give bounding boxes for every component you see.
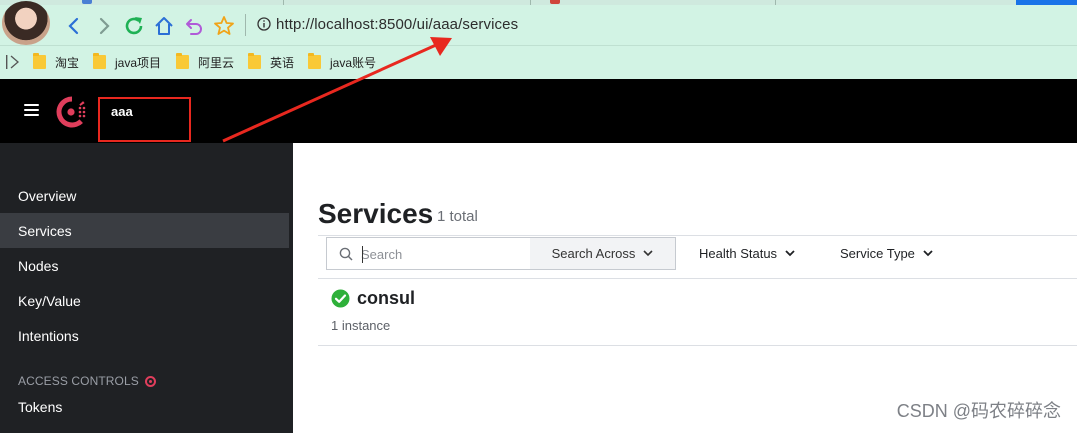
- bookmark-item[interactable]: java账号: [308, 53, 376, 71]
- sidebar-item-label: Overview: [18, 187, 77, 204]
- bookmark-star-button[interactable]: [212, 14, 236, 38]
- service-type-label: Service Type: [840, 246, 915, 261]
- forward-button[interactable]: [92, 14, 116, 38]
- bookmark-item[interactable]: 淘宝: [33, 53, 79, 71]
- home-button[interactable]: [152, 14, 176, 38]
- status-dot-icon: [144, 375, 156, 387]
- sidebar-item-overview[interactable]: Overview: [0, 178, 289, 213]
- watermark: CSDN @码农碎碎念: [896, 401, 1061, 421]
- list-item[interactable]: consul 1 instance: [318, 283, 1077, 346]
- sidebar-item-nodes[interactable]: Nodes: [0, 248, 289, 283]
- reload-button[interactable]: [122, 14, 146, 38]
- chevron-right-icon: [99, 17, 110, 35]
- sidebar-item-label: Tokens: [18, 398, 63, 415]
- sidebar-item-label: Key/Value: [18, 292, 81, 309]
- service-name[interactable]: consul: [357, 288, 415, 309]
- sidebar: Overview Services Nodes Key/Value Intent…: [0, 143, 293, 433]
- bookmark-label: 阿里云: [198, 55, 235, 70]
- health-status-dropdown[interactable]: Health Status: [699, 237, 795, 270]
- chevron-down-icon: [643, 250, 653, 257]
- bookmarks-bar: 淘宝 java项目 阿里云 英语 java账号: [0, 46, 1077, 79]
- search-icon: [339, 247, 353, 261]
- page-title: Services: [318, 198, 434, 229]
- sidebar-item-key-value[interactable]: Key/Value: [0, 283, 289, 318]
- sidebar-item-intentions[interactable]: Intentions: [0, 318, 289, 353]
- bookmark-label: java账号: [330, 55, 377, 70]
- home-icon: [155, 17, 173, 35]
- bookmark-item[interactable]: java项目: [93, 53, 161, 71]
- bookmark-label: 英语: [270, 55, 295, 70]
- bookmark-item[interactable]: 阿里云: [176, 53, 234, 71]
- chevron-down-icon: [923, 250, 933, 257]
- folder-icon: [176, 53, 189, 69]
- undo-icon: [186, 19, 202, 35]
- undo-close-tab-button[interactable]: [182, 14, 206, 38]
- address-bar[interactable]: http://localhost:8500/ui/aaa/services: [276, 16, 518, 33]
- folder-icon: [308, 53, 321, 69]
- service-type-dropdown[interactable]: Service Type: [840, 237, 933, 270]
- tab-favicon-icon: [82, 0, 92, 4]
- chevron-left-icon: [68, 17, 79, 35]
- search-input[interactable]: [361, 244, 521, 264]
- search-across-dropdown[interactable]: Search Across: [530, 237, 676, 270]
- search-box[interactable]: [326, 237, 531, 270]
- folder-icon: [33, 53, 46, 69]
- profile-avatar[interactable]: [2, 1, 50, 45]
- health-status-label: Health Status: [699, 246, 778, 261]
- bookmark-item[interactable]: 英语: [248, 53, 294, 71]
- search-across-label: Search Across: [551, 246, 636, 261]
- folder-icon: [248, 53, 261, 69]
- service-instance-count: 1 instance: [331, 318, 391, 333]
- folder-icon: [93, 53, 106, 69]
- star-icon: [214, 16, 234, 35]
- sidebar-item-label: Intentions: [18, 327, 79, 344]
- info-icon[interactable]: [257, 17, 271, 31]
- sidebar-item-services[interactable]: Services: [0, 213, 289, 248]
- text-cursor: [362, 246, 363, 263]
- sidebar-section-heading: ACCESS CONTROLS: [18, 374, 156, 388]
- tab-favicon-icon: [550, 0, 560, 4]
- annotation-highlight-box: [98, 97, 191, 142]
- services-count: 1 total: [437, 208, 478, 225]
- sidebar-item-label: Services: [18, 222, 72, 239]
- bookmark-label: 淘宝: [55, 55, 80, 70]
- filter-bar: Search Across Health Status Service Type: [318, 235, 1077, 279]
- chevron-down-icon: [785, 250, 795, 257]
- sidebar-item-label: Nodes: [18, 257, 59, 274]
- main-content: Services 1 total Search Across Health St…: [293, 143, 1077, 433]
- bookmark-label: java项目: [115, 55, 162, 70]
- consul-logo-icon[interactable]: [55, 95, 89, 129]
- section-label: ACCESS CONTROLS: [18, 374, 139, 388]
- sidebar-toggle-icon[interactable]: [5, 54, 21, 70]
- browser-toolbar: http://localhost:8500/ui/aaa/services: [0, 1, 1077, 46]
- reload-icon: [125, 17, 143, 35]
- sidebar-item-tokens[interactable]: Tokens: [0, 389, 289, 424]
- back-button[interactable]: [62, 14, 86, 38]
- menu-icon[interactable]: [24, 104, 39, 117]
- toolbar-divider: [245, 14, 246, 36]
- check-circle-icon: [331, 289, 350, 308]
